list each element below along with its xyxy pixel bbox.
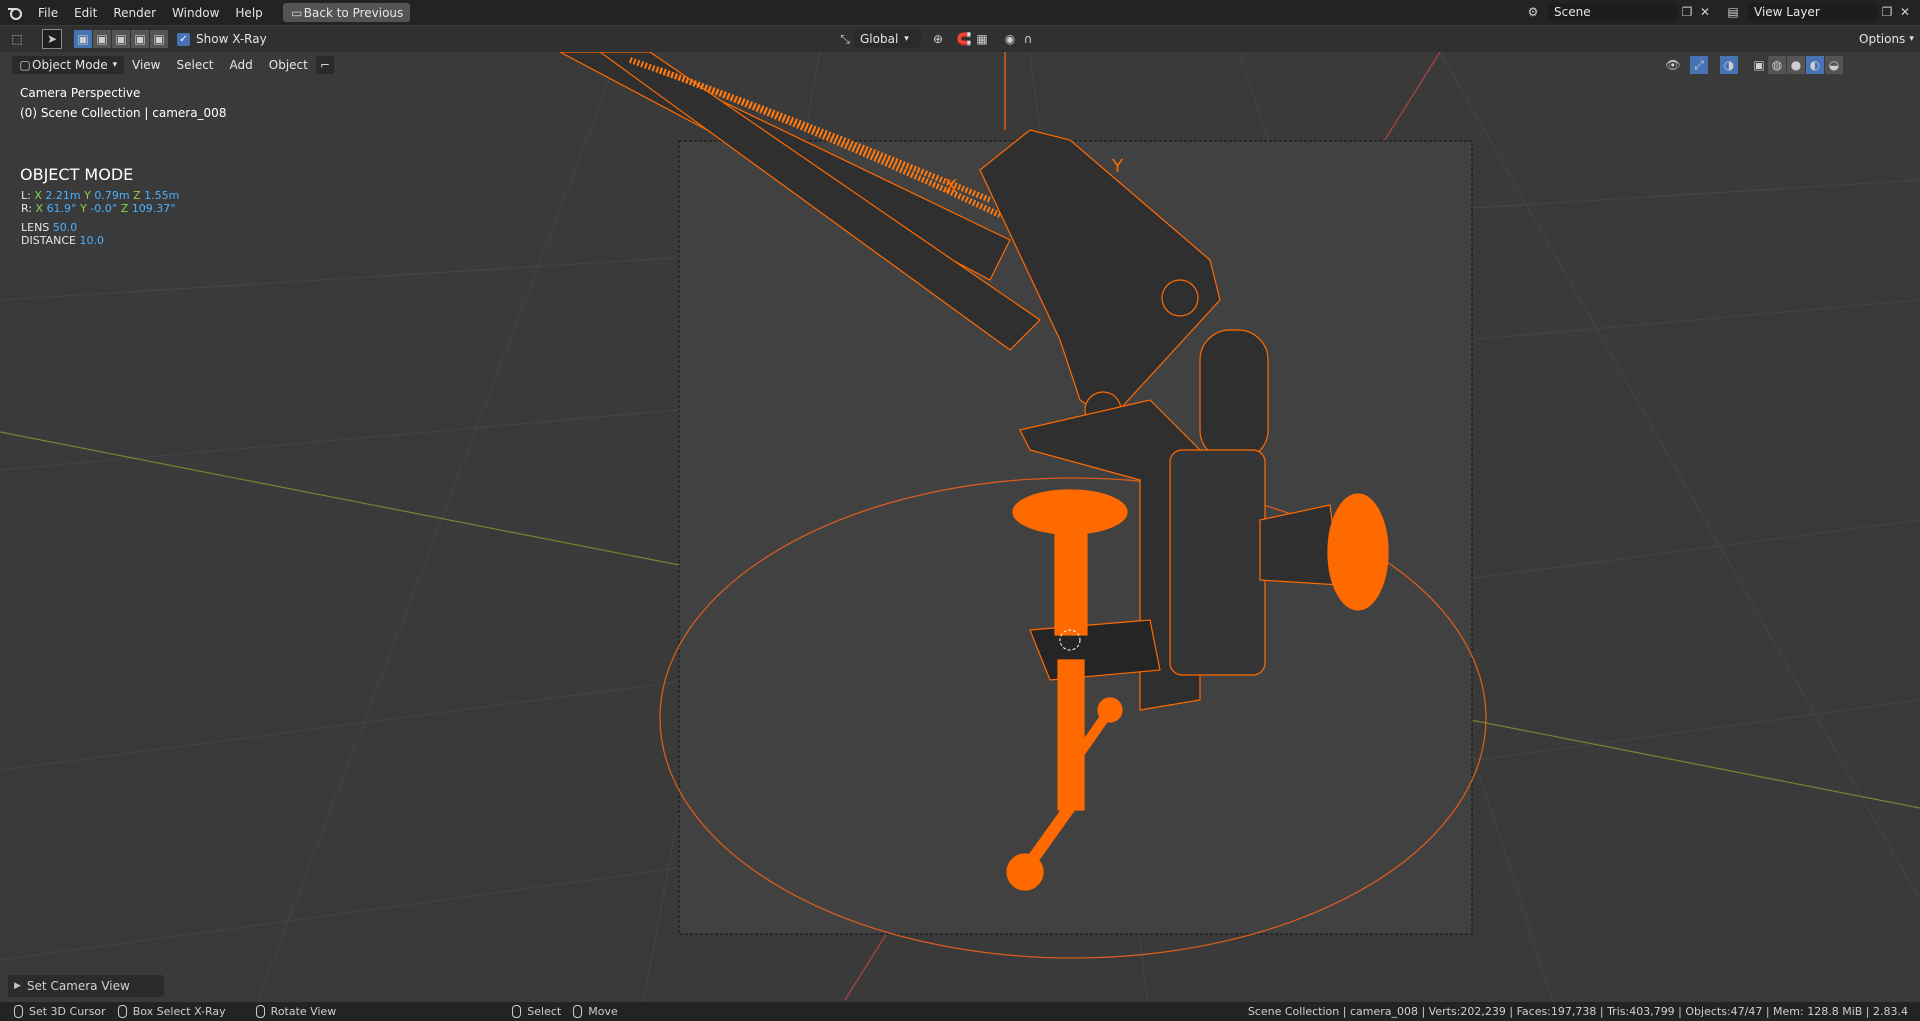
lens-value: 50.0	[52, 221, 78, 234]
hint-box-select: Box Select X-Ray	[132, 1005, 226, 1018]
location-label: L:	[21, 189, 31, 202]
chevron-right-icon: ▶	[14, 981, 21, 991]
select-new-icon[interactable]: ▣	[74, 30, 92, 48]
location-readout: L: X 2.21m Y 0.79m Z 1.55m	[21, 189, 180, 202]
status-bar: Set 3D Cursor Box Select X-Ray Rotate Vi…	[0, 1002, 1920, 1021]
mouse-right-icon	[255, 1005, 265, 1018]
view-layer-icon[interactable]: ▤	[1724, 3, 1742, 21]
hint-set-3d-cursor: Set 3D Cursor	[29, 1005, 106, 1018]
scene-name: Scene	[1554, 5, 1591, 19]
mode-title: OBJECT MODE	[20, 165, 134, 184]
distance-value: 10.0	[79, 234, 104, 247]
delete-scene-icon[interactable]: ✕	[1696, 3, 1714, 21]
view-layer-field[interactable]: View Layer	[1748, 3, 1878, 21]
mouse-left-icon	[14, 1005, 23, 1018]
lens-readout: LENS 50.0	[21, 221, 77, 234]
snap-icon[interactable]: 🧲	[955, 30, 973, 48]
rotation-z: 109.37°	[131, 202, 176, 215]
chevron-down-icon: ▾	[1909, 34, 1914, 44]
select-invert-icon[interactable]: ▣	[131, 30, 149, 48]
shading-mode-group: ◍ ● ◐ ◒	[1768, 56, 1844, 74]
hint-rotate-view: Rotate View	[270, 1005, 337, 1018]
lens-label: LENS	[21, 221, 50, 234]
top-menubar: File Edit Render Window Help ▭ Back to P…	[0, 0, 1920, 25]
scene-statistics: Scene Collection | camera_008 | Verts:20…	[1247, 1005, 1908, 1018]
select-subtract-icon[interactable]: ▣	[112, 30, 130, 48]
menu-object[interactable]: Object	[261, 58, 316, 72]
hint-move: Move	[588, 1005, 618, 1018]
viewport-canvas[interactable]: X Y	[0, 0, 1920, 1021]
last-operator-panel[interactable]: ▶ Set Camera View	[8, 975, 164, 997]
menu-render[interactable]: Render	[105, 6, 164, 20]
mode-dropdown[interactable]: ▢ Object Mode ▾	[12, 56, 124, 74]
rotation-y: -0.0°	[90, 202, 118, 215]
material-shading-icon[interactable]: ◐	[1806, 56, 1824, 74]
pivot-point-icon[interactable]: ⊕	[929, 30, 947, 48]
location-y: 0.79m	[94, 189, 130, 202]
menu-help[interactable]: Help	[227, 6, 270, 20]
overlays-icon[interactable]: ◑	[1720, 56, 1738, 74]
object-mode-icon: ▢	[19, 58, 31, 72]
tool-settings-bar: ⬚ ➤ ▣ ▣ ▣ ▣ ▣ ✓ Show X-Ray ⤡ Global ▾ ⊕ 🧲…	[0, 26, 1920, 52]
screen-icon: ▭	[291, 5, 303, 20]
back-to-previous-button[interactable]: ▭ Back to Previous	[282, 3, 411, 22]
orientation-dropdown[interactable]: Global ▾	[854, 30, 921, 48]
chevron-down-icon: ▾	[904, 34, 909, 44]
viewport-header: ▢ Object Mode ▾ View Select Add Object ⌐…	[0, 53, 1920, 77]
menu-edit[interactable]: Edit	[66, 6, 105, 20]
solid-shading-icon[interactable]: ●	[1787, 56, 1805, 74]
gizmo-icon[interactable]: ⤢	[1690, 56, 1708, 74]
options-label: Options	[1859, 32, 1906, 46]
axis-label-y: Y	[1111, 156, 1124, 177]
chevron-down-icon: ▾	[112, 60, 118, 70]
menu-window[interactable]: Window	[164, 6, 227, 20]
select-intersect-icon[interactable]: ▣	[150, 30, 168, 48]
back-to-previous-label: Back to Previous	[303, 5, 404, 20]
falloff-icon[interactable]: ∩	[1019, 30, 1037, 48]
select-extend-icon[interactable]: ▣	[93, 30, 111, 48]
view-layer-name: View Layer	[1754, 5, 1820, 19]
menu-file[interactable]: File	[30, 6, 66, 20]
menu-add[interactable]: Add	[222, 58, 261, 72]
distance-label: DISTANCE	[21, 234, 76, 247]
scene-icon[interactable]: ⚙	[1524, 3, 1542, 21]
xray-toggle-icon[interactable]: ▣	[1750, 56, 1768, 74]
visibility-icon[interactable]: 👁	[1664, 56, 1682, 74]
menu-view[interactable]: View	[124, 58, 168, 72]
mouse-left-icon	[512, 1005, 522, 1018]
wireframe-shading-icon[interactable]: ◍	[1768, 56, 1786, 74]
rotation-readout: R: X 61.9° Y -0.0° Z 109.37°	[21, 202, 176, 215]
collection-label: (0) Scene Collection | camera_008	[20, 106, 227, 120]
perspective-label: Camera Perspective	[20, 86, 141, 100]
rotation-x: 61.9°	[46, 202, 77, 215]
show-xray-label: Show X-Ray	[196, 32, 267, 46]
location-x: 2.21m	[45, 189, 81, 202]
select-tool-icon[interactable]: ➤	[42, 29, 62, 49]
axis-label-x: X	[945, 176, 957, 197]
rotation-label: R:	[21, 202, 33, 215]
menu-select[interactable]: Select	[168, 58, 221, 72]
selection-mode-group: ▣ ▣ ▣ ▣ ▣	[74, 30, 169, 48]
options-dropdown[interactable]: Options ▾	[1852, 29, 1920, 49]
new-view-layer-icon[interactable]: ❐	[1878, 3, 1896, 21]
snap-increment-icon[interactable]: ▦	[973, 30, 991, 48]
mouse-middle-icon	[117, 1005, 127, 1018]
transform-affect-icon[interactable]: ⌐	[315, 56, 334, 74]
delete-view-layer-icon[interactable]: ✕	[1896, 3, 1914, 21]
mode-value: Object Mode	[32, 58, 108, 72]
rendered-shading-icon[interactable]: ◒	[1825, 56, 1843, 74]
orientation-icon[interactable]: ⤡	[836, 30, 854, 48]
location-z: 1.55m	[144, 189, 180, 202]
distance-readout: DISTANCE 10.0	[21, 234, 104, 247]
proportional-edit-icon[interactable]: ◉	[1001, 30, 1019, 48]
show-xray-checkbox[interactable]: ✓	[177, 32, 190, 46]
scene-name-field[interactable]: Scene	[1548, 3, 1678, 21]
last-operator-label: Set Camera View	[26, 979, 130, 993]
new-scene-icon[interactable]: ❐	[1678, 3, 1696, 21]
orientation-value: Global	[860, 32, 899, 46]
hint-select: Select	[527, 1005, 562, 1018]
mouse-drag-icon	[573, 1005, 583, 1018]
blender-logo-icon[interactable]	[0, 0, 30, 25]
editor-type-icon[interactable]: ⬚	[8, 30, 26, 48]
